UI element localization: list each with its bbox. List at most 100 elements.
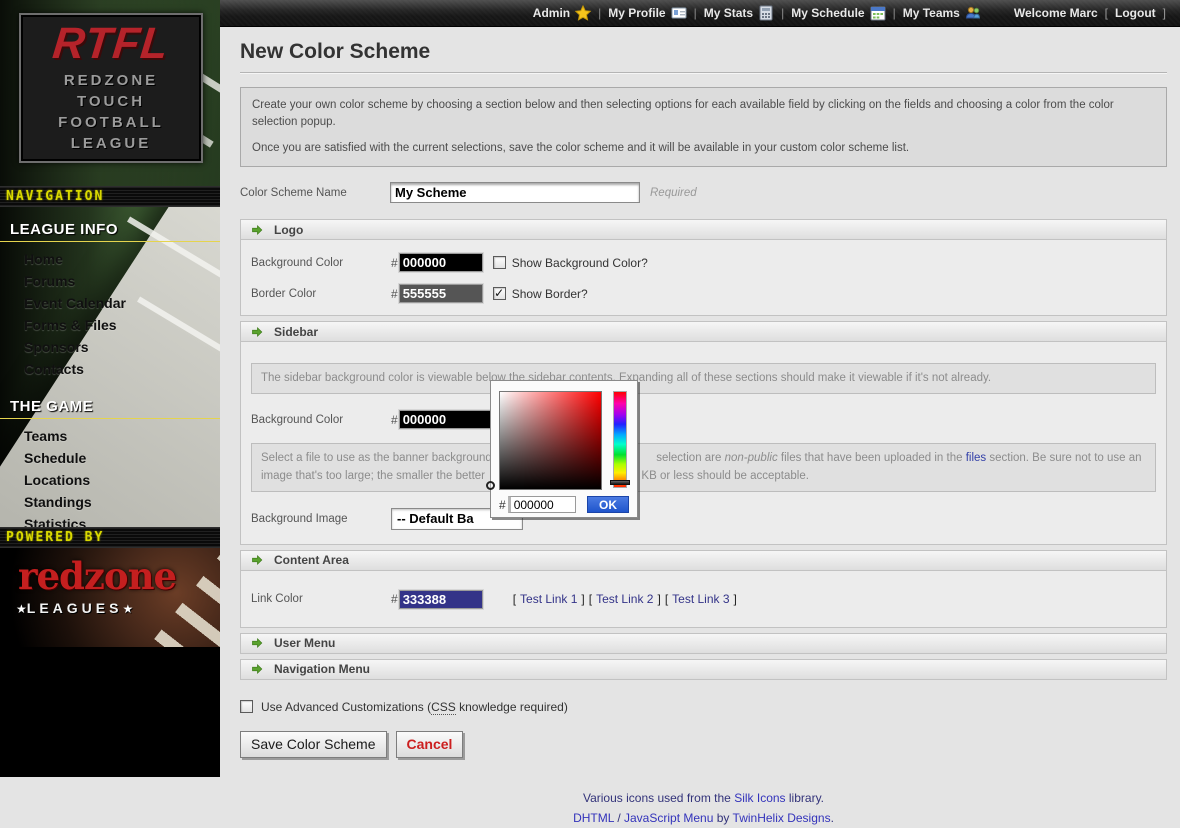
section-header-navigation-menu[interactable]: Navigation Menu — [240, 659, 1167, 680]
use-advanced-customizations-label: Use Advanced Customizations (CSS knowled… — [261, 700, 568, 714]
logo-border-color-label: Border Color — [251, 288, 391, 300]
sidebar-item-forums[interactable]: Forums — [0, 270, 220, 292]
hex-prefix: # — [391, 413, 398, 427]
cancel-button[interactable]: Cancel — [396, 731, 464, 758]
vcard-icon — [671, 5, 687, 21]
star-glyph: ★ — [16, 602, 27, 616]
use-advanced-customizations-checkbox[interactable] — [240, 700, 253, 713]
green-arrow-icon — [251, 663, 263, 675]
hex-prefix: # — [391, 287, 398, 301]
background-image-label: Background Image — [251, 513, 391, 525]
league-logo-line: REDZONE — [64, 70, 158, 91]
main-content: New Color Scheme Create your own color s… — [220, 28, 1180, 777]
section-header-user-menu[interactable]: User Menu — [240, 633, 1167, 654]
section-user-menu: User Menu — [240, 633, 1167, 654]
welcome-user-label: Welcome Marc — [1014, 6, 1098, 20]
color-scheme-name-input[interactable] — [390, 182, 640, 203]
green-arrow-icon — [251, 554, 263, 566]
background-image-note: Select a file to use as the banner backg… — [251, 443, 1156, 492]
league-logo: RTFL REDZONE TOUCH FOOTBALL LEAGUE — [19, 13, 203, 163]
color-scheme-name-label: Color Scheme Name — [240, 187, 390, 199]
redzone-leagues-logo[interactable]: redzone ★LEAGUES★ — [0, 548, 220, 647]
section-header-sidebar[interactable]: Sidebar — [240, 321, 1167, 342]
logout-bracket: [ — [1105, 6, 1108, 20]
league-logo-acronym: RTFL — [51, 22, 171, 66]
league-logo-line: FOOTBALL — [58, 112, 164, 133]
topbar-my-schedule[interactable]: My Schedule — [791, 5, 885, 21]
hex-prefix: # — [391, 256, 398, 270]
logo-border-color-swatch[interactable]: 555555 — [399, 284, 483, 303]
intro-paragraph-1: Create your own color scheme by choosing… — [252, 97, 1155, 130]
hue-slider-handle[interactable] — [610, 480, 630, 485]
saturation-value-gradient[interactable] — [499, 391, 602, 490]
test-link-2[interactable]: Test Link 2 — [596, 592, 653, 606]
sidebar: RTFL REDZONE TOUCH FOOTBALL LEAGUE NAVIG… — [0, 0, 220, 777]
green-arrow-icon — [251, 224, 263, 236]
section-header-logo[interactable]: Logo — [240, 219, 1167, 240]
topbar-my-profile[interactable]: My Profile — [608, 5, 686, 21]
sidebar-item-forms-files[interactable]: Forms & Files — [0, 314, 220, 336]
sidebar-item-event-calendar[interactable]: Event Calendar — [0, 292, 220, 314]
link-color-swatch[interactable]: 333388 — [399, 590, 483, 609]
picker-hex-input[interactable] — [508, 496, 576, 513]
sidebar-bg-color-label: Background Color — [251, 414, 391, 426]
logout-bracket: ] — [1163, 6, 1166, 20]
test-link-1[interactable]: Test Link 1 — [520, 592, 577, 606]
star-icon — [575, 5, 591, 21]
topbar-separator: | — [694, 6, 697, 20]
sidebar-item-teams[interactable]: Teams — [0, 425, 220, 447]
twinhelix-designs-link[interactable]: TwinHelix Designs — [733, 811, 831, 825]
topbar-my-teams[interactable]: My Teams — [903, 5, 981, 21]
sidebar-item-standings[interactable]: Standings — [0, 491, 220, 513]
nav-heading-the-game: THE GAME — [0, 394, 220, 419]
footer: Various icons used from the Silk Icons l… — [240, 788, 1167, 828]
javascript-menu-link[interactable]: JavaScript Menu — [624, 811, 713, 825]
sidebar-item-sponsors[interactable]: Sponsors — [0, 336, 220, 358]
sidebar-bg-color-swatch[interactable]: 000000 — [399, 410, 497, 429]
logo-bg-color-label: Background Color — [251, 257, 391, 269]
hex-prefix: # — [499, 498, 506, 512]
silk-icons-link[interactable]: Silk Icons — [734, 791, 785, 805]
powered-by-led-strip: POWERED BY — [0, 527, 220, 548]
save-color-scheme-button[interactable]: Save Color Scheme — [240, 731, 387, 758]
green-arrow-icon — [251, 637, 263, 649]
color-picker-popup: # OK — [490, 380, 638, 518]
dhtml-link[interactable]: DHTML — [573, 811, 614, 825]
footer-line-2: DHTML / JavaScript Menu by TwinHelix Des… — [240, 808, 1167, 828]
sidebar-nav: LEAGUE INFO Home Forums Event Calendar F… — [0, 207, 220, 527]
show-border-label: Show Border? — [512, 287, 588, 301]
green-arrow-icon — [251, 326, 263, 338]
topbar-my-stats[interactable]: My Stats — [704, 5, 774, 21]
color-selector-cursor[interactable] — [486, 481, 495, 490]
sidebar-item-locations[interactable]: Locations — [0, 469, 220, 491]
sidebar-item-home[interactable]: Home — [0, 248, 220, 270]
show-border-checkbox[interactable]: ✓ — [493, 287, 506, 300]
hue-strip[interactable] — [613, 391, 627, 488]
topbar-separator: | — [598, 6, 601, 20]
calendar-icon — [870, 5, 886, 21]
sidebar-item-statistics[interactable]: Statistics — [0, 513, 220, 527]
footer-line-1: Various icons used from the Silk Icons l… — [240, 788, 1167, 808]
calculator-icon — [758, 5, 774, 21]
section-logo: Logo Background Color # 000000 Show Back… — [240, 219, 1167, 316]
show-background-color-checkbox[interactable] — [493, 256, 506, 269]
group-icon — [965, 5, 981, 21]
topbar-admin[interactable]: Admin — [533, 5, 591, 21]
intro-note: Create your own color scheme by choosing… — [240, 87, 1167, 167]
topbar-separator: | — [893, 6, 896, 20]
league-logo-line: LEAGUE — [71, 133, 152, 154]
section-header-content-area[interactable]: Content Area — [240, 550, 1167, 571]
test-link-3[interactable]: Test Link 3 — [672, 592, 729, 606]
picker-ok-button[interactable]: OK — [587, 496, 629, 513]
star-glyph: ★ — [122, 602, 133, 616]
section-navigation-menu: Navigation Menu — [240, 659, 1167, 680]
logout-link[interactable]: Logout — [1115, 6, 1156, 20]
sidebar-item-schedule[interactable]: Schedule — [0, 447, 220, 469]
section-content-area: Content Area Link Color # 333388 [Test L… — [240, 550, 1167, 628]
sidebar-item-contacts[interactable]: Contacts — [0, 358, 220, 380]
league-logo-line: TOUCH — [77, 91, 145, 112]
intro-paragraph-2: Once you are satisfied with the current … — [252, 140, 1155, 157]
logo-bg-color-swatch[interactable]: 000000 — [399, 253, 483, 272]
link-color-label: Link Color — [251, 593, 391, 605]
files-link[interactable]: files — [966, 452, 986, 464]
